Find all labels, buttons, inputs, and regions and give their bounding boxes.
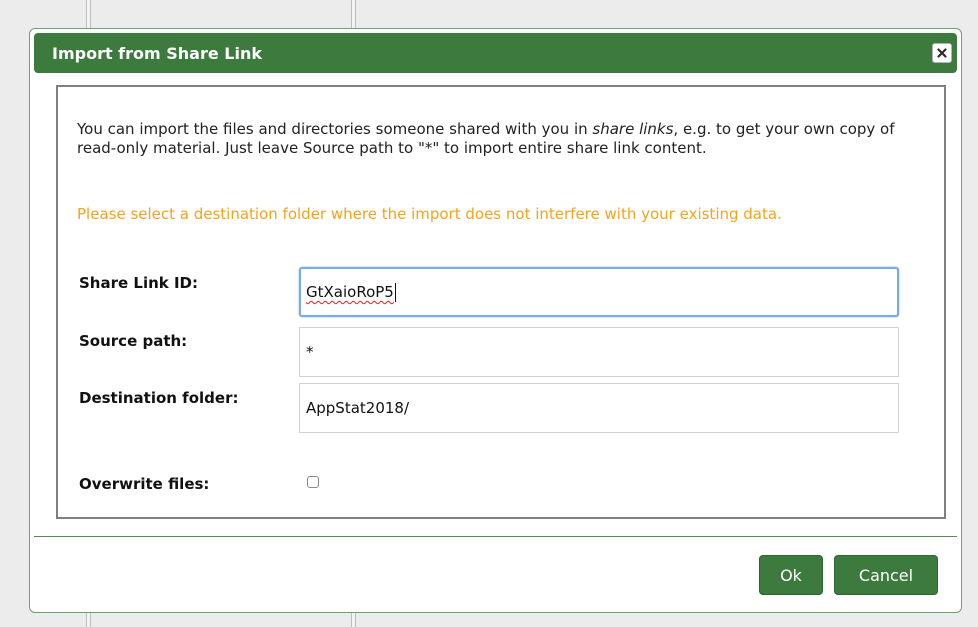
intro-text-part: You can import the files and directories… <box>77 120 593 138</box>
source-path-input[interactable] <box>299 327 899 377</box>
overwrite-files-label: Overwrite files: <box>79 475 210 493</box>
share-link-id-label: Share Link ID: <box>79 274 199 292</box>
cancel-button[interactable]: Cancel <box>834 555 938 595</box>
import-form-panel: You can import the files and directories… <box>56 85 946 519</box>
intro-text: You can import the files and directories… <box>77 120 927 158</box>
dialog-title: Import from Share Link <box>52 44 262 63</box>
overwrite-files-checkbox[interactable] <box>307 476 319 488</box>
footer-divider <box>34 536 957 537</box>
close-button[interactable] <box>932 43 952 63</box>
dialog-titlebar[interactable]: Import from Share Link <box>34 33 957 73</box>
text-cursor <box>394 282 396 302</box>
import-share-link-dialog: Import from Share Link You can import th… <box>29 28 962 613</box>
destination-folder-label: Destination folder: <box>79 389 239 407</box>
close-x-icon <box>937 48 947 58</box>
warning-text: Please select a destination folder where… <box>77 205 782 223</box>
share-link-id-input[interactable]: GtXaioRoP5 <box>299 267 899 317</box>
source-path-label: Source path: <box>79 332 188 350</box>
share-link-id-value: GtXaioRoP5 <box>306 283 394 301</box>
destination-folder-input[interactable] <box>299 383 899 433</box>
intro-text-emphasis: share links <box>592 120 674 138</box>
ok-button[interactable]: Ok <box>759 555 823 595</box>
